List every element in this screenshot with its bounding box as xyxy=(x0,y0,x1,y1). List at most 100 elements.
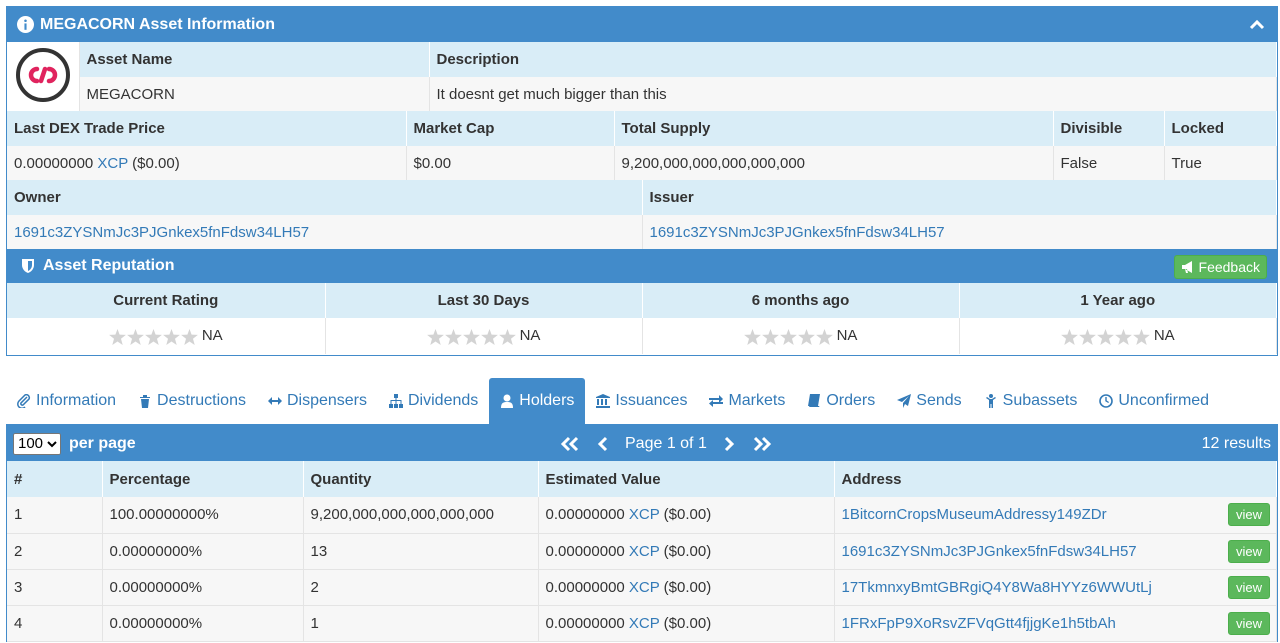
view-button[interactable]: view xyxy=(1227,575,1270,599)
rep-30days-rating: NA xyxy=(325,318,643,354)
row-address-cell: 1FRxFpP9XoRsvZFVqGtt4fjjgKe1h5tbAh view xyxy=(834,605,1277,642)
last-page-icon[interactable] xyxy=(751,436,773,452)
asset-name-value: MEGACORN xyxy=(79,77,430,111)
tab-holders[interactable]: Holders xyxy=(489,378,586,424)
view-button[interactable]: view xyxy=(1227,611,1270,635)
tab-information[interactable]: Information xyxy=(6,378,127,424)
rating-value: NA xyxy=(1153,327,1175,345)
xcp-link[interactable]: XCP xyxy=(629,506,660,523)
arrows-horizontal-icon xyxy=(267,397,282,405)
rep-current-rating: NA xyxy=(7,318,326,354)
tab-dividends[interactable]: Dividends xyxy=(378,378,489,424)
rating-value: NA xyxy=(519,327,541,345)
price-value-cell: 0.00000000 XCP ($0.00) xyxy=(7,146,407,180)
divisible-value: False xyxy=(1053,146,1165,180)
price-value: 0.00000000 xyxy=(14,154,94,172)
first-page-icon[interactable] xyxy=(559,436,581,452)
price-label: Last DEX Trade Price xyxy=(7,111,407,146)
tab-unconfirmed[interactable]: Unconfirmed xyxy=(1088,378,1220,424)
star-rating-icon xyxy=(108,328,198,345)
table-row: 3 0.00000000% 2 0.00000000 XCP ($0.00) 1… xyxy=(7,569,1277,606)
rep-col-30days: Last 30 Days xyxy=(325,283,643,318)
price-usd: ($0.00) xyxy=(132,154,180,172)
holder-address-link[interactable]: 1FRxFpP9XoRsvZFVqGtt4fjjgKe1h5tbAh xyxy=(842,615,1116,632)
star-rating-icon xyxy=(426,328,516,345)
row-quantity: 2 xyxy=(303,569,539,606)
row-percentage: 0.00000000% xyxy=(102,605,304,642)
asset-info-panel: MEGACORN Asset Information Asset Name De… xyxy=(6,6,1278,356)
per-page-label: per page xyxy=(69,434,136,452)
tab-markets[interactable]: Markets xyxy=(698,378,796,424)
sitemap-icon xyxy=(389,394,403,408)
issuer-address-link[interactable]: 1691c3ZYSNmJc3PJGnkex5fnFdsw34LH57 xyxy=(650,224,945,241)
view-button[interactable]: view xyxy=(1227,503,1270,526)
paper-plane-icon xyxy=(897,394,912,408)
asset-tabs: Information Destructions Dispensers Divi… xyxy=(6,378,1278,426)
row-index: 3 xyxy=(7,569,103,606)
holders-table: # Percentage Quantity Estimated Value Ad… xyxy=(7,461,1277,642)
rep-col-6months: 6 months ago xyxy=(642,283,960,318)
row-percentage: 0.00000000% xyxy=(102,569,304,606)
chevron-up-icon[interactable] xyxy=(1249,17,1265,33)
row-index: 4 xyxy=(7,605,103,642)
supply-value: 9,200,000,000,000,000,000 xyxy=(614,146,1054,180)
rep-col-current: Current Rating xyxy=(7,283,326,318)
page-indicator: Page 1 of 1 xyxy=(625,434,707,452)
holder-address-link[interactable]: 1BitcornCropsMuseumAddressy149ZDr xyxy=(842,506,1107,523)
row-quantity: 13 xyxy=(303,533,539,570)
feedback-button[interactable]: Feedback xyxy=(1173,255,1267,279)
asset-stats-table: Last DEX Trade Price Market Cap Total Su… xyxy=(7,111,1277,180)
row-percentage: 0.00000000% xyxy=(102,533,304,570)
asset-name-table: Asset Name Description MEGACORN It doesn… xyxy=(7,42,1277,111)
child-icon xyxy=(985,394,996,408)
owner-issuer-table: Owner Issuer 1691c3ZYSNmJc3PJGnkex5fnFds… xyxy=(7,180,1277,249)
paperclip-icon xyxy=(17,394,31,408)
rating-value: NA xyxy=(201,327,223,345)
xcp-link[interactable]: XCP xyxy=(629,579,660,596)
col-address: Address xyxy=(834,461,1277,497)
bullhorn-icon xyxy=(1181,261,1192,273)
row-quantity: 9,200,000,000,000,000,000 xyxy=(303,497,539,534)
holder-address-link[interactable]: 1691c3ZYSNmJc3PJGnkex5fnFdsw34LH57 xyxy=(842,543,1137,560)
tab-dispensers[interactable]: Dispensers xyxy=(257,378,378,424)
view-button[interactable]: view xyxy=(1227,539,1270,563)
per-page-select[interactable]: 100 xyxy=(13,432,61,455)
col-estimated-value: Estimated Value xyxy=(538,461,835,497)
col-percentage: Percentage xyxy=(102,461,304,497)
tab-orders[interactable]: Orders xyxy=(796,378,886,424)
row-percentage: 100.00000000% xyxy=(102,497,304,534)
asset-name-label: Asset Name xyxy=(79,42,430,77)
row-value: 0.00000000 XCP ($0.00) xyxy=(538,533,835,570)
tab-subassets[interactable]: Subassets xyxy=(973,378,1089,424)
xcp-link[interactable]: XCP xyxy=(629,543,660,560)
row-index: 1 xyxy=(7,497,103,534)
supply-label: Total Supply xyxy=(614,111,1054,146)
row-address-cell: 17TkmnxyBmtGBRgiQ4Y8Wa8HYYz6WWUtLj view xyxy=(834,569,1277,606)
xcp-link[interactable]: XCP xyxy=(629,615,660,632)
price-unit-link[interactable]: XCP xyxy=(97,155,128,172)
market-cap-label: Market Cap xyxy=(406,111,615,146)
tab-destructions[interactable]: Destructions xyxy=(127,378,257,424)
reputation-title: Asset Reputation xyxy=(43,257,175,274)
col-quantity: Quantity xyxy=(303,461,539,497)
row-address-cell: 1BitcornCropsMuseumAddressy149ZDr view xyxy=(834,497,1277,534)
megacorn-logo-icon xyxy=(15,47,70,102)
prev-page-icon[interactable] xyxy=(597,436,609,452)
trash-icon xyxy=(140,395,151,408)
next-page-icon[interactable] xyxy=(723,436,735,452)
row-value: 0.00000000 XCP ($0.00) xyxy=(538,497,835,534)
panel-title: MEGACORN Asset Information xyxy=(40,15,275,33)
tab-sends[interactable]: Sends xyxy=(886,378,972,424)
reputation-header: Asset Reputation Feedback xyxy=(7,249,1277,283)
row-index: 2 xyxy=(7,533,103,570)
exchange-icon xyxy=(709,395,724,407)
description-label: Description xyxy=(429,42,1277,77)
shield-icon xyxy=(22,259,34,273)
owner-address-link[interactable]: 1691c3ZYSNmJc3PJGnkex5fnFdsw34LH57 xyxy=(14,224,309,241)
pager-nav: Page 1 of 1 xyxy=(559,426,773,461)
feedback-label: Feedback xyxy=(1198,259,1260,275)
holder-address-link[interactable]: 17TkmnxyBmtGBRgiQ4Y8Wa8HYYz6WWUtLj xyxy=(842,579,1152,596)
col-index: # xyxy=(7,461,103,497)
tab-issuances[interactable]: Issuances xyxy=(585,378,698,424)
row-address-cell: 1691c3ZYSNmJc3PJGnkex5fnFdsw34LH57 view xyxy=(834,533,1277,570)
